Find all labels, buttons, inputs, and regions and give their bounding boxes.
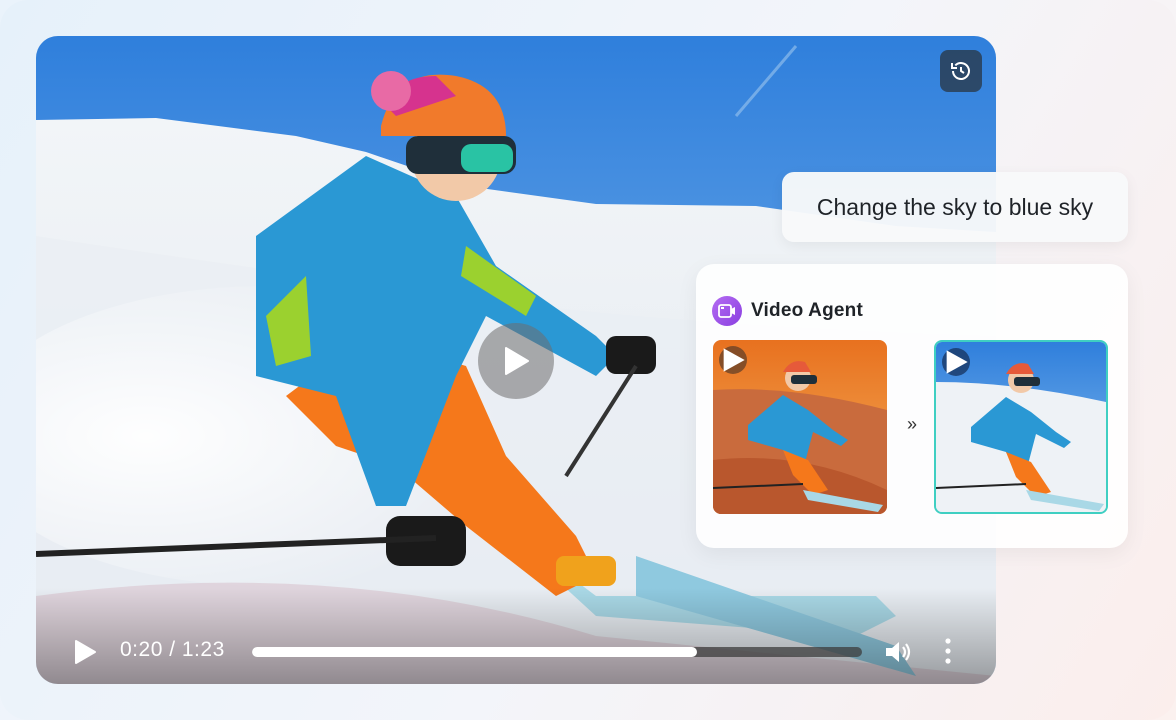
play-icon (723, 348, 745, 372)
prompt-bubble: Change the sky to blue sky (782, 172, 1128, 242)
agent-header: Video Agent (712, 296, 863, 326)
history-icon (951, 62, 970, 80)
progress-fill (252, 647, 698, 657)
time-display: 0:20 / 1:23 (120, 638, 225, 661)
thumbnail-after[interactable] (934, 340, 1108, 514)
agent-title: Video Agent (751, 300, 863, 321)
volume-icon[interactable] (884, 639, 912, 665)
center-play-button[interactable] (478, 323, 554, 399)
prompt-text: Change the sky to blue sky (816, 193, 1094, 220)
player-controls: 0:20 / 1:23 (36, 588, 996, 684)
play-icon (505, 347, 529, 375)
progress-bar[interactable] (252, 647, 862, 657)
video-agent-card: Video Agent » (696, 264, 1128, 548)
more-vertical-icon[interactable] (936, 636, 960, 666)
thumbnail-play-button[interactable] (719, 346, 747, 374)
play-icon[interactable] (72, 639, 98, 665)
play-icon (946, 350, 968, 374)
video-agent-icon (712, 296, 742, 326)
history-button[interactable] (940, 50, 982, 92)
transform-arrow: » (906, 414, 917, 434)
thumbnail-play-button[interactable] (942, 348, 970, 376)
thumbnail-before[interactable] (713, 340, 887, 514)
